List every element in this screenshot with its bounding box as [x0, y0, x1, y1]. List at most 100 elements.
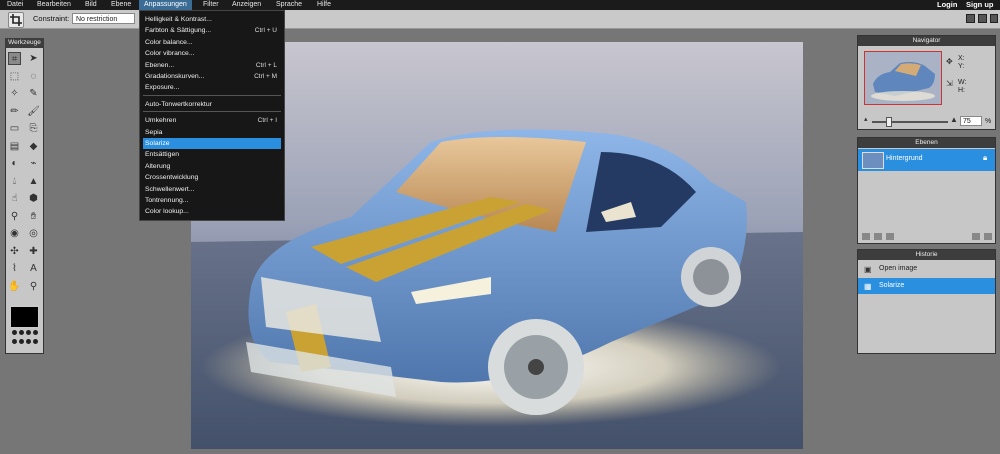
dropdown-item[interactable]: Color lookup... [143, 206, 281, 217]
menu-anzeigen[interactable]: Anzeigen [232, 0, 261, 10]
dropdown-item[interactable]: Helligkeit & Kontrast... [143, 14, 281, 25]
tools-title: Werkzeuge [5, 38, 44, 48]
pinch-icon[interactable]: ✣ [8, 245, 21, 258]
dropdown-item-shortcut: Ctrl + L [255, 61, 277, 69]
dropdown-item-shortcut: Ctrl + I [257, 117, 277, 125]
pencil-icon[interactable]: ✏ [8, 105, 21, 118]
delete-layer-icon[interactable] [984, 233, 992, 240]
lasso-icon[interactable]: ◌ [27, 70, 40, 83]
zoom-input[interactable]: 75 [960, 116, 982, 126]
zoom-out-icon[interactable]: ▴ [864, 115, 868, 123]
dropdown-item-shortcut: Ctrl + U [254, 27, 277, 35]
move-icon[interactable]: ➤ [27, 52, 40, 65]
signup-link[interactable]: Sign up [966, 0, 994, 10]
dropdown-item[interactable]: Exposure... [143, 82, 281, 93]
layer-thumbnail [862, 152, 884, 169]
dropdown-item-shortcut: Ctrl + M [254, 73, 277, 80]
login-link[interactable]: Login [937, 0, 957, 10]
history-item-label: Open image [879, 265, 918, 272]
crop-icon[interactable] [8, 12, 24, 28]
zoom-in-icon[interactable]: ▲ [950, 115, 958, 124]
gradient-icon[interactable]: ▤ [8, 140, 21, 153]
dot-icon[interactable] [33, 330, 38, 335]
clone-icon[interactable]: ⎘ [27, 122, 40, 135]
layer-mask-icon[interactable] [874, 233, 882, 240]
history-item-label: Solarize [879, 282, 905, 289]
spot-heal-icon[interactable]: ✚ [27, 245, 40, 258]
menu-hilfe[interactable]: Hilfe [317, 0, 331, 10]
crop-icon[interactable]: ⌗ [8, 52, 21, 65]
fill-icon[interactable]: ◆ [27, 140, 40, 153]
pen-icon[interactable]: ✎ [27, 87, 40, 100]
dropdown-item[interactable]: Sepia [143, 127, 281, 138]
sponge-icon[interactable]: ⬢ [27, 192, 40, 205]
menu-bild[interactable]: Bild [85, 0, 97, 10]
dropdown-item[interactable]: Solarize [143, 138, 281, 149]
redeye-icon[interactable]: ◉ [8, 227, 21, 240]
dropdown-item[interactable]: Tontrennung... [143, 195, 281, 206]
dropdown-item[interactable]: Auto-Tonwertkorrektur [143, 99, 281, 110]
dropdown-item[interactable]: Color vibrance... [143, 48, 281, 59]
burn-icon[interactable]: ✋︎ [27, 210, 40, 223]
brush-icon[interactable]: 🖌︎ [27, 105, 40, 118]
dot-icon[interactable] [26, 339, 31, 344]
open-file-icon: ▣ [864, 265, 872, 274]
move-icon: ✥ [946, 57, 953, 66]
menu-datei[interactable]: Datei [7, 0, 23, 10]
lock-icon: 🔒︎ [983, 153, 988, 162]
layer-adjust-icon[interactable] [886, 233, 894, 240]
dropdown-item[interactable]: Ebenen... Ctrl + L [143, 60, 281, 71]
sharpen-icon[interactable]: ▲ [27, 175, 40, 188]
minimize-icon[interactable] [966, 14, 975, 23]
layer-style-icon[interactable] [862, 233, 870, 240]
marquee-icon[interactable]: ⬚ [8, 70, 21, 83]
zoom-slider-thumb[interactable] [886, 117, 893, 127]
zoom-slider-track[interactable] [872, 121, 948, 123]
dropdown-item[interactable]: Gradationskurven... Ctrl + M [143, 71, 281, 82]
menu-bearbeiten[interactable]: Bearbeiten [37, 0, 71, 10]
menu-anpassungen[interactable]: Anpassungen [139, 0, 192, 10]
dropdown-separator [143, 111, 281, 113]
navigator-thumbnail[interactable] [864, 51, 942, 105]
replace-color-icon[interactable]: ◐ [8, 157, 21, 170]
dropdown-item[interactable]: Color balance... [143, 37, 281, 48]
dot-icon[interactable] [12, 339, 17, 344]
zoom-icon[interactable]: ⚲ [27, 280, 40, 293]
dropdown-item[interactable]: Alterung [143, 161, 281, 172]
dot-icon[interactable] [26, 330, 31, 335]
dot-icon[interactable] [19, 339, 24, 344]
new-layer-icon[interactable] [972, 233, 980, 240]
dropdown-item-label: Crossentwicklung [145, 174, 199, 182]
dropdown-item[interactable]: Farbton & Sättigung... Ctrl + U [143, 25, 281, 36]
menu-filter[interactable]: Filter [203, 0, 219, 10]
smudge-icon[interactable]: ☝︎ [8, 192, 21, 205]
dropdown-item-label: Exposure... [145, 84, 180, 92]
dropdown-item[interactable]: Schwellenwert... [143, 184, 281, 195]
layers-title: Ebenen [858, 138, 995, 148]
blur-icon[interactable]: 💧︎ [8, 175, 21, 188]
picker-icon[interactable]: ⌇ [8, 262, 21, 275]
constraint-select[interactable]: No restriction [72, 13, 135, 24]
layer-name: Hintergrund [886, 155, 923, 162]
dot-icon[interactable] [33, 339, 38, 344]
hand-icon[interactable]: ✋ [8, 280, 21, 293]
navigator-title: Navigator [858, 36, 995, 46]
maximize-icon[interactable] [978, 14, 987, 23]
menu-sprache[interactable]: Sprache [276, 0, 302, 10]
dropdown-item[interactable]: Umkehren Ctrl + I [143, 115, 281, 126]
eraser-icon[interactable]: ▭ [8, 122, 21, 135]
dot-icon[interactable] [12, 330, 17, 335]
dot-icon[interactable] [19, 330, 24, 335]
filter-icon: ▦ [864, 282, 872, 291]
dodge-icon[interactable]: ⚲ [8, 210, 21, 223]
close-icon[interactable] [990, 14, 998, 23]
dropdown-item[interactable]: Crossentwicklung [143, 172, 281, 183]
foreground-color-swatch[interactable] [10, 306, 39, 328]
bloat-icon[interactable]: ◎ [27, 227, 40, 240]
eyedropper-icon[interactable]: ⌁ [27, 157, 40, 170]
nav-y-label: Y: [958, 63, 965, 70]
type-icon[interactable]: A [27, 262, 40, 275]
menu-ebene[interactable]: Ebene [111, 0, 131, 10]
dropdown-item[interactable]: Entsättigen [143, 149, 281, 160]
wand-icon[interactable]: ✧ [8, 87, 21, 100]
